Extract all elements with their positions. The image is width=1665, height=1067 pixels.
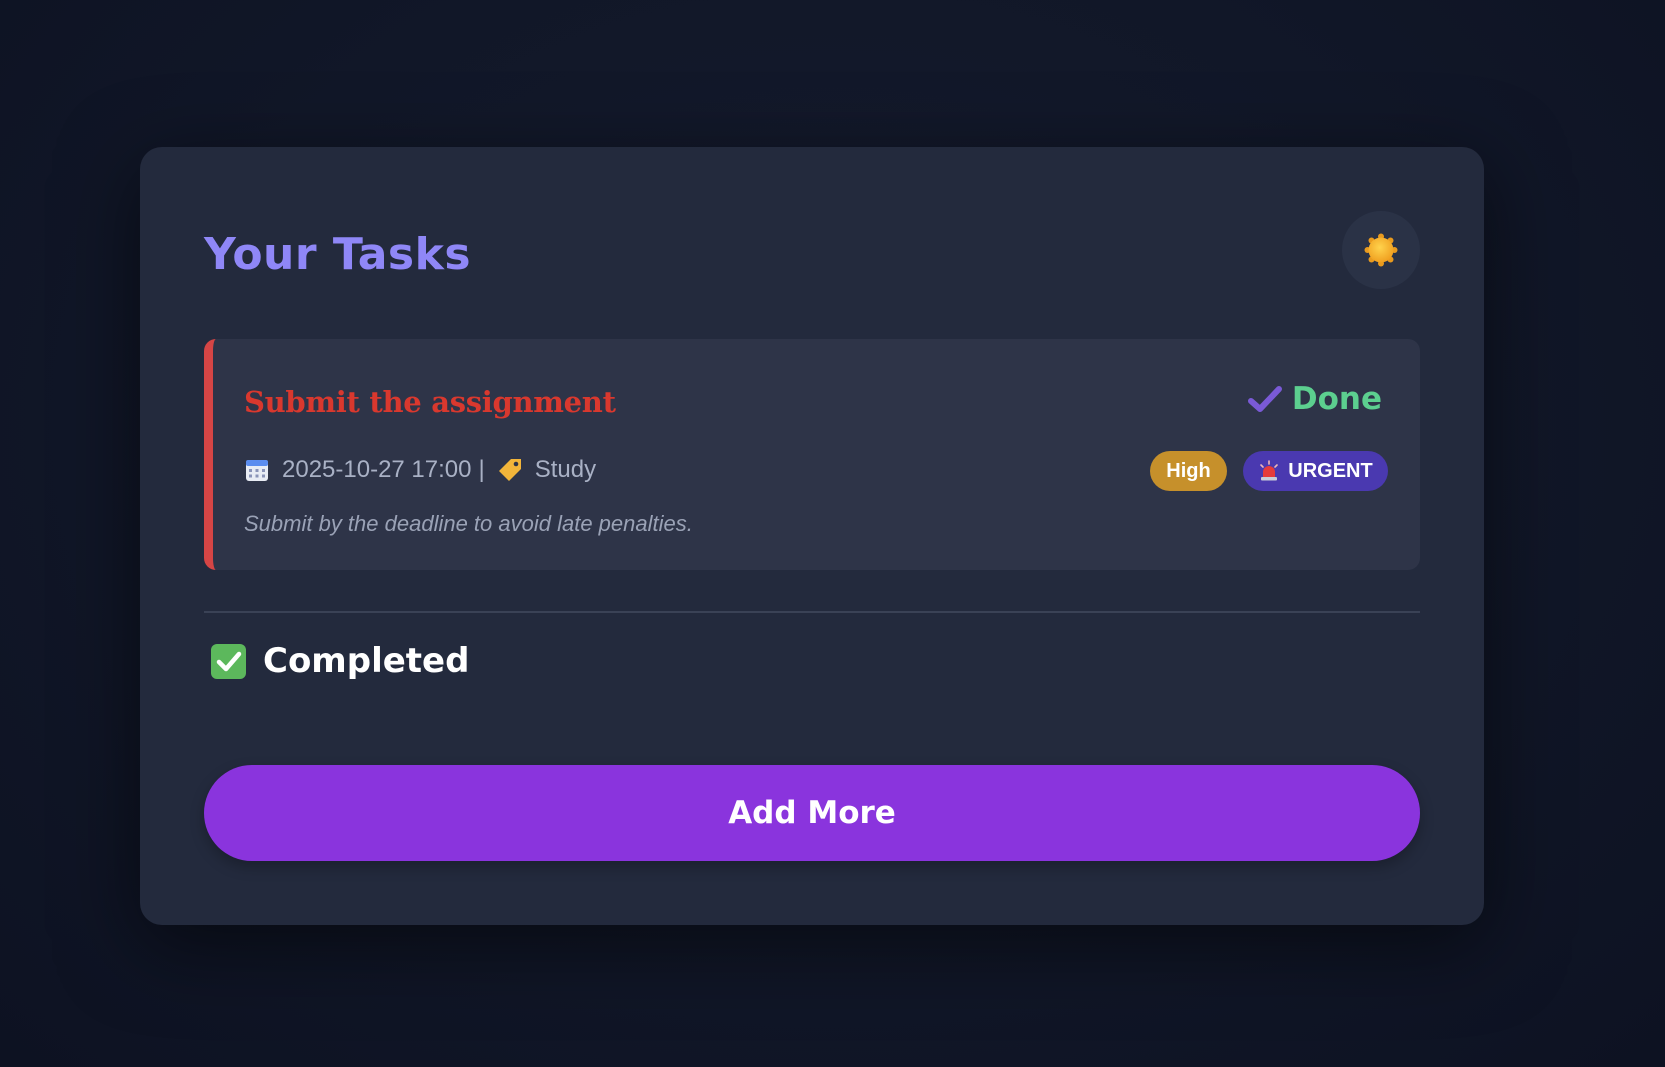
completed-label: Completed bbox=[263, 641, 470, 681]
task-title: Submit the assignment bbox=[244, 385, 616, 419]
done-label: Done bbox=[1291, 381, 1382, 417]
divider bbox=[204, 611, 1420, 613]
task-meta: 2025-10-27 17:00 | Study bbox=[244, 455, 596, 485]
tasks-card: Your Tasks Submit the assignment Done 20… bbox=[140, 147, 1484, 925]
urgent-label: URGENT bbox=[1288, 459, 1373, 482]
page-title: Your Tasks bbox=[204, 229, 472, 280]
sun-icon bbox=[1364, 233, 1398, 267]
completed-section-header: Completed bbox=[210, 640, 469, 682]
task-datetime: 2025-10-27 17:00 bbox=[282, 456, 472, 483]
urgent-badge: URGENT bbox=[1243, 451, 1388, 491]
tag-icon bbox=[498, 459, 521, 481]
task-category: Study bbox=[534, 456, 597, 483]
meta-separator: | bbox=[478, 456, 485, 483]
siren-icon bbox=[1260, 460, 1279, 481]
priority-badge: High bbox=[1150, 451, 1227, 491]
task-description: Submit by the deadline to avoid late pen… bbox=[244, 511, 693, 536]
mark-done-button[interactable]: Done bbox=[1247, 379, 1382, 419]
task-badges: High URGENT bbox=[1150, 451, 1388, 491]
checkbox-icon bbox=[211, 643, 246, 679]
add-more-button[interactable]: Add More bbox=[204, 765, 1420, 861]
task-card: Submit the assignment Done 2025-10-27 17… bbox=[204, 339, 1420, 570]
calendar-icon bbox=[246, 460, 268, 481]
theme-toggle-button[interactable] bbox=[1342, 211, 1420, 289]
check-icon bbox=[1247, 386, 1282, 412]
